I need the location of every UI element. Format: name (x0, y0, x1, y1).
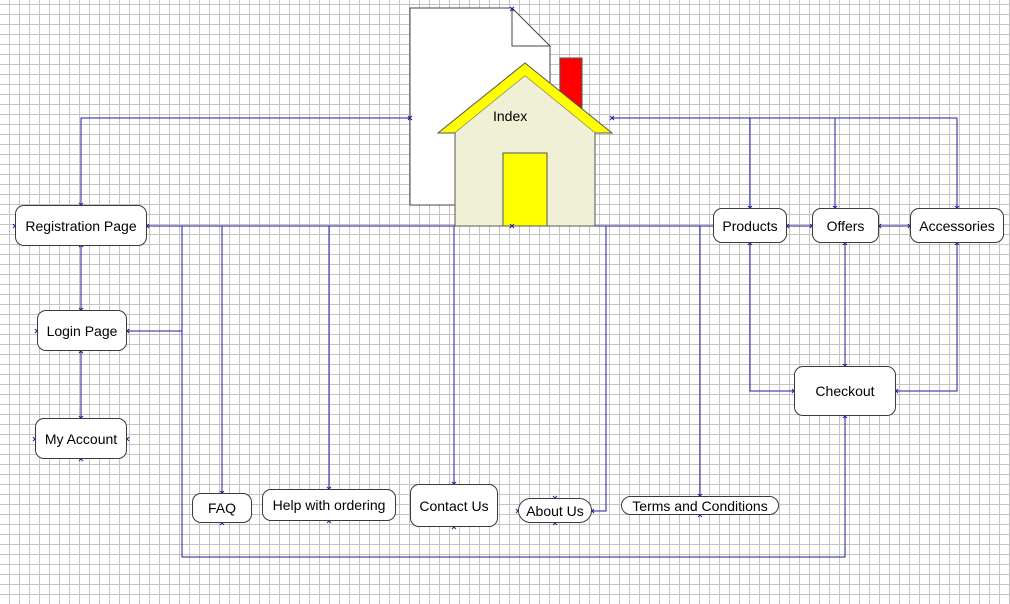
offers-node[interactable]: Offers (812, 208, 879, 243)
accessories-node[interactable]: Accessories (910, 208, 1004, 243)
products-node[interactable]: Products (713, 208, 787, 243)
faq-node[interactable]: FAQ (192, 493, 252, 523)
index-label[interactable]: Index (493, 108, 527, 124)
about-us-node[interactable]: About Us (518, 498, 592, 523)
contact-us-node[interactable]: Contact Us (410, 484, 498, 527)
connector-index-registration (80, 117, 410, 205)
help-with-ordering-node[interactable]: Help with ordering (262, 489, 396, 521)
connector-accessories-checkout (896, 243, 958, 392)
login-page-node[interactable]: Login Page (37, 310, 127, 351)
house-door-shape (502, 152, 548, 227)
my-account-node[interactable]: My Account (35, 418, 127, 459)
connector-about (592, 226, 607, 512)
connector-index-right (612, 117, 958, 208)
connector-products-checkout (749, 243, 794, 392)
registration-page-node[interactable]: Registration Page (15, 205, 147, 246)
sitemap-diagram (12, 6, 960, 558)
terms-and-conditions-node[interactable]: Terms and Conditions (621, 496, 779, 515)
checkout-node[interactable]: Checkout (794, 366, 896, 416)
